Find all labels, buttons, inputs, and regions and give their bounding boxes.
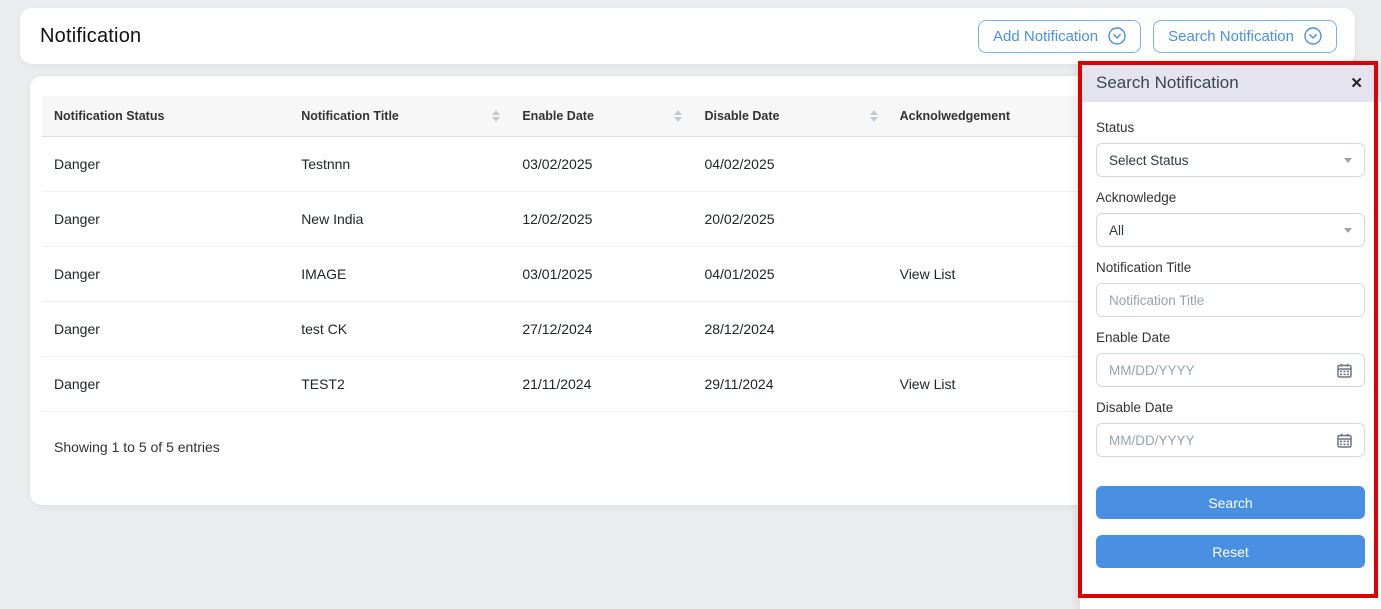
disable-date-label: Disable Date	[1096, 400, 1365, 415]
enable-date-label: Enable Date	[1096, 330, 1365, 345]
table-cell-notification-status: Danger	[42, 137, 289, 192]
chevron-down-icon	[1344, 228, 1352, 233]
enable-date-input-wrap	[1096, 353, 1365, 387]
table-cell-enable-date: 21/11/2024	[510, 357, 692, 412]
notification-title-label: Notification Title	[1096, 260, 1365, 275]
panel-title: Search Notification	[1096, 73, 1239, 93]
panel-body: Status Select Status Acknowledge All Not…	[1080, 102, 1381, 568]
table-cell-disable-date: 20/02/2025	[692, 192, 887, 247]
acknowledge-label: Acknowledge	[1096, 190, 1365, 205]
search-notification-button[interactable]: Search Notification	[1153, 20, 1337, 53]
column-label: Enable Date	[522, 109, 594, 123]
acknowledge-field: Acknowledge All	[1096, 190, 1365, 247]
enable-date-input[interactable]	[1109, 363, 1337, 378]
chevron-down-circle-icon	[1304, 27, 1322, 45]
column-header-enable-date[interactable]: Enable Date	[510, 96, 692, 137]
acknowledge-select-value: All	[1109, 223, 1124, 238]
table-cell-notification-status: Danger	[42, 247, 289, 302]
table-cell-enable-date: 03/02/2025	[510, 137, 692, 192]
table-cell-notification-status: Danger	[42, 192, 289, 247]
add-notification-button[interactable]: Add Notification	[978, 20, 1141, 53]
table-cell-notification-title: Testnnn	[289, 137, 510, 192]
chevron-down-icon	[1344, 158, 1352, 163]
table-cell-notification-status: Danger	[42, 302, 289, 357]
disable-date-input[interactable]	[1109, 433, 1337, 448]
status-select[interactable]: Select Status	[1096, 143, 1365, 177]
page-title: Notification	[40, 25, 141, 48]
disable-date-field: Disable Date	[1096, 400, 1365, 457]
notification-title-input-wrap	[1096, 283, 1365, 317]
table-cell-disable-date: 04/01/2025	[692, 247, 887, 302]
sort-icon	[870, 110, 878, 122]
table-cell-enable-date: 12/02/2025	[510, 192, 692, 247]
table-cell-disable-date: 28/12/2024	[692, 302, 887, 357]
status-field: Status Select Status	[1096, 120, 1365, 177]
column-header-disable-date[interactable]: Disable Date	[692, 96, 887, 137]
sort-icon	[492, 110, 500, 122]
page-header: Notification Add Notification Search Not…	[20, 8, 1355, 64]
column-header-notification-title[interactable]: Notification Title	[289, 96, 510, 137]
table-cell-enable-date: 27/12/2024	[510, 302, 692, 357]
search-notification-panel: Search Notification ✕ Status Select Stat…	[1080, 64, 1381, 609]
table-cell-notification-status: Danger	[42, 357, 289, 412]
column-label: Notification Status	[54, 109, 164, 123]
table-cell-notification-title: IMAGE	[289, 247, 510, 302]
table-cell-disable-date: 04/02/2025	[692, 137, 887, 192]
chevron-down-circle-icon	[1108, 27, 1126, 45]
table-cell-notification-title: TEST2	[289, 357, 510, 412]
acknowledge-select[interactable]: All	[1096, 213, 1365, 247]
column-label: Acknolwedgement	[900, 109, 1010, 123]
sort-icon	[674, 110, 682, 122]
enable-date-field: Enable Date	[1096, 330, 1365, 387]
table-cell-notification-title: test CK	[289, 302, 510, 357]
search-notification-label: Search Notification	[1168, 28, 1294, 45]
disable-date-input-wrap	[1096, 423, 1365, 457]
calendar-icon[interactable]	[1337, 433, 1352, 448]
table-cell-enable-date: 03/01/2025	[510, 247, 692, 302]
column-label: Disable Date	[704, 109, 779, 123]
status-select-value: Select Status	[1109, 153, 1189, 168]
table-cell-disable-date: 29/11/2024	[692, 357, 887, 412]
notification-title-field: Notification Title	[1096, 260, 1365, 317]
notification-title-input[interactable]	[1109, 293, 1352, 308]
add-notification-label: Add Notification	[993, 28, 1098, 45]
calendar-icon[interactable]	[1337, 363, 1352, 378]
status-label: Status	[1096, 120, 1365, 135]
header-actions: Add Notification Search Notification	[978, 20, 1337, 53]
column-header-notification-status: Notification Status	[42, 96, 289, 137]
reset-button[interactable]: Reset	[1096, 535, 1365, 568]
close-icon[interactable]: ✕	[1350, 76, 1363, 91]
table-cell-notification-title: New India	[289, 192, 510, 247]
panel-header: Search Notification ✕	[1080, 64, 1381, 102]
search-button[interactable]: Search	[1096, 486, 1365, 519]
column-label: Notification Title	[301, 109, 399, 123]
